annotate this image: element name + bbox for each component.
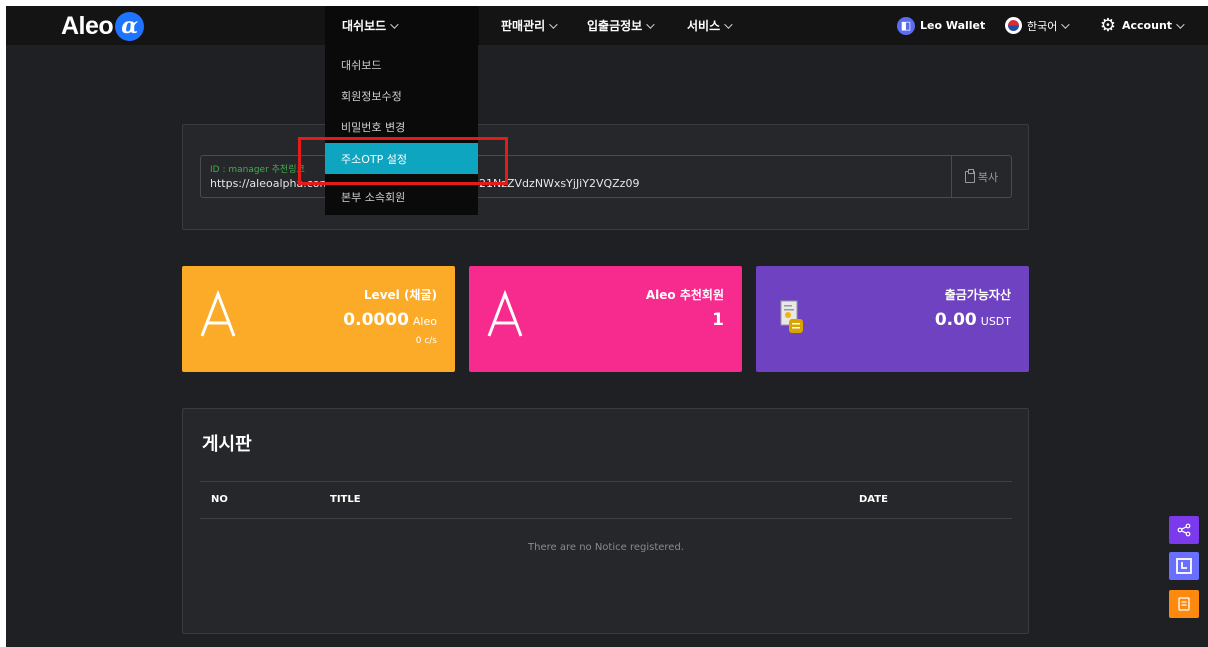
empty-message: There are no Notice registered. (528, 542, 684, 553)
account-label: Account (1122, 19, 1173, 32)
stat-card-level: Level (채굴) 0.0000 Aleo 0 c/s (182, 266, 455, 372)
app-frame: Aleo α 대쉬보드 판매관리 입출금정보 서비스 ◧ Leo Wallet … (6, 6, 1208, 647)
stat-value-number: 0.00 (934, 310, 977, 330)
stat-title: Level (채굴) (363, 288, 437, 302)
leo-icon (1176, 558, 1192, 574)
stat-unit: USDT (980, 315, 1011, 328)
dropdown-item-dashboard[interactable]: 대쉬보드 (325, 49, 478, 80)
column-title: TITLE (330, 494, 361, 505)
share-button[interactable] (1169, 516, 1199, 544)
document-button[interactable] (1169, 590, 1199, 618)
document-icon (1178, 597, 1190, 611)
nav-service[interactable]: 서비스 (687, 6, 733, 45)
leo-button[interactable] (1169, 552, 1199, 580)
stat-title: Aleo 추천회원 (645, 288, 724, 302)
stat-title: 출금가능자산 (944, 288, 1011, 302)
korea-flag-icon (1005, 17, 1022, 34)
copy-button[interactable]: 복사 (951, 156, 1011, 197)
language-selector[interactable]: 한국어 (1005, 6, 1071, 45)
referral-label: ID : manager 추천링크 (210, 165, 305, 175)
leo-wallet-button[interactable]: ◧ Leo Wallet (897, 6, 985, 45)
stat-card-withdrawable: 출금가능자산 0.00 USDT (756, 266, 1029, 372)
dropdown-item-hq-members[interactable]: 본부 소속회원 (325, 181, 478, 212)
nav-service-label: 서비스 (687, 19, 721, 33)
aleo-a-icon (200, 290, 236, 337)
nav-deposit-withdraw[interactable]: 입출금정보 (587, 6, 655, 45)
table-header: NO TITLE DATE (200, 481, 1012, 519)
nav-dashboard-label: 대쉬보드 (342, 19, 387, 33)
chevron-down-icon (390, 19, 399, 29)
stat-value: 1 (712, 310, 724, 330)
stat-value: 0.0000 Aleo (343, 310, 437, 330)
nav-deposit-withdraw-label: 입출금정보 (587, 19, 643, 33)
logo[interactable]: Aleo α (61, 10, 145, 42)
share-icon (1177, 523, 1191, 537)
stat-value-number: 0.0000 (343, 310, 409, 330)
copy-label: 복사 (977, 170, 999, 184)
highlight-annotation (298, 137, 508, 185)
gear-icon: ⚙ (1099, 15, 1117, 36)
alpha-logo-icon: α (115, 11, 145, 41)
notice-board: 게시판 NO TITLE DATE There are no Notice re… (182, 408, 1029, 634)
board-title: 게시판 (202, 434, 252, 455)
nav-dashboard[interactable]: 대쉬보드 (325, 6, 479, 45)
account-menu[interactable]: ⚙ Account (1099, 6, 1185, 45)
stat-subtext: 0 c/s (415, 336, 437, 346)
nav-sales-label: 판매관리 (501, 19, 546, 33)
dropdown-item-edit-profile[interactable]: 회원정보수정 (325, 80, 478, 111)
top-header: Aleo α 대쉬보드 판매관리 입출금정보 서비스 ◧ Leo Wallet … (6, 6, 1208, 45)
logo-text: Aleo (61, 11, 114, 40)
dashboard-dropdown-menu: 대쉬보드 회원정보수정 비밀번호 변경 주소OTP 설정 본부 소속회원 (325, 45, 478, 215)
chevron-down-icon (1176, 19, 1185, 29)
chevron-down-icon (646, 19, 655, 29)
chevron-down-icon (1061, 19, 1071, 29)
wallet-label: Leo Wallet (920, 19, 986, 32)
stat-card-referrals: Aleo 추천회원 1 (469, 266, 742, 372)
aleo-a-icon (487, 290, 523, 337)
column-no: NO (211, 494, 228, 505)
nav-sales[interactable]: 판매관리 (501, 6, 558, 45)
wallet-icon: ◧ (897, 16, 915, 35)
stat-value: 0.00 USDT (935, 310, 1011, 330)
money-document-icon (780, 300, 803, 333)
chevron-down-icon (549, 19, 558, 29)
column-date: DATE (859, 494, 888, 505)
clipboard-icon (964, 168, 975, 183)
language-label: 한국어 (1027, 19, 1058, 33)
stat-unit: Aleo (412, 315, 437, 328)
chevron-down-icon (724, 19, 733, 29)
